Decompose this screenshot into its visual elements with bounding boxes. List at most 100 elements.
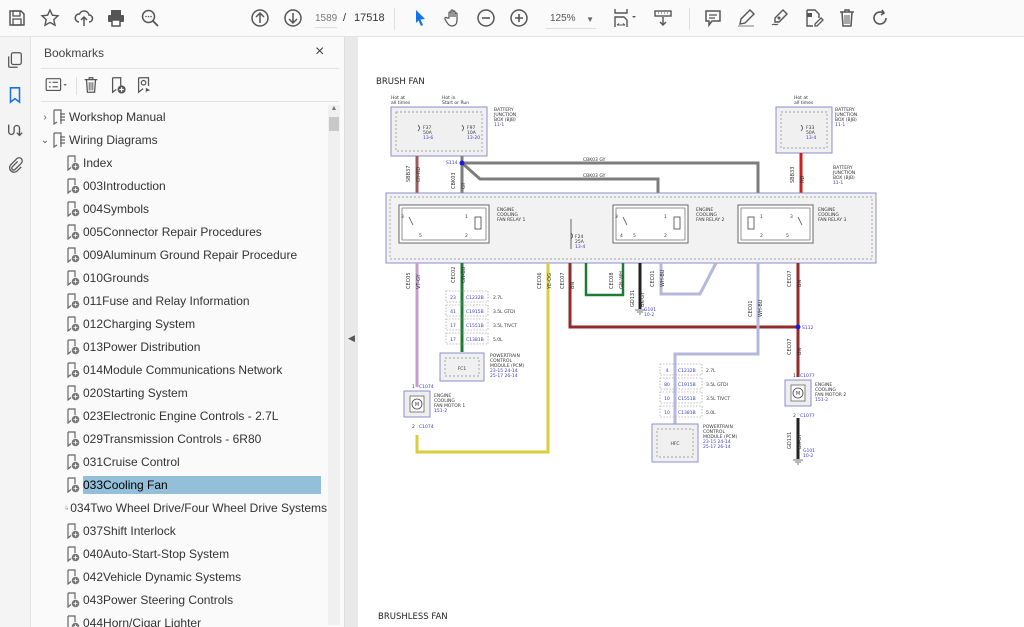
delete-bookmark-icon[interactable] [81,75,101,95]
page-thumbnails-icon[interactable] [4,49,26,71]
comment-icon[interactable] [701,6,725,30]
fan-motor-1-pin: 2 [412,424,415,430]
splice-s114 [459,160,465,166]
options-menu-icon[interactable] [43,75,71,95]
bookmark-item[interactable]: 033Cooling Fan [31,474,327,496]
chevron-right-icon[interactable]: › [39,112,51,123]
bookmark-item[interactable]: 042Vehicle Dynamic Systems [31,566,327,588]
bookmark-item[interactable]: Index [31,152,327,174]
bookmark-item[interactable]: › Workshop Manual [31,106,327,128]
new-bookmark-icon[interactable] [108,75,128,95]
bookmark-item[interactable]: 040Auto-Start-Stop System [31,543,327,565]
upload-cloud-icon[interactable] [72,6,96,30]
wire-cec07-label-circuit: CEC07 [787,270,793,287]
bookmark-scrollbar[interactable]: ▲ [328,105,340,625]
zoom-in-icon[interactable] [507,6,531,30]
sign-icon[interactable] [768,6,792,30]
bookmark-item[interactable]: 044Horn/Cigar Lighter [31,612,327,627]
pcm-connector-id: C1915B [466,309,484,315]
bookmark-item[interactable]: 011Fuse and Relay Information [31,290,327,312]
bookmarks-icon[interactable] [4,84,26,106]
toolbar-divider [689,8,690,30]
bookmark-item[interactable]: 012Charging System [31,313,327,335]
pcm-1-pin-label: FC1 [458,366,467,372]
bookmark-item[interactable]: 023Electronic Engine Controls - 2.7L [31,405,327,427]
collapse-panel-arrow-icon[interactable]: ◀ [348,333,355,344]
bookmark-item[interactable]: 010Grounds [31,267,327,289]
attachments-icon[interactable] [4,154,26,176]
wire-cec01-lower [673,263,760,372]
scroll-up-arrow-icon[interactable]: ▲ [328,105,340,115]
bookmark-item[interactable]: 020Starting System [31,382,327,404]
bookmark-item[interactable]: 003Introduction [31,175,327,197]
bookmark-item[interactable]: 043Power Steering Controls [31,589,327,611]
bookmark-label: 009Aluminum Ground Repair Procedure [83,248,298,262]
bookmark-page-icon [67,178,80,194]
document-view[interactable]: BRUSH FAN BRUSHLESS FAN Hot at all times Hot… [358,37,1024,627]
bookmark-item[interactable]: 029Transmission Controls - 6R80 [31,428,327,450]
relay-1-label: FAN RELAY 1 [497,217,526,223]
bookmark-item[interactable]: 013Power Distribution [31,336,327,358]
pcm-connector-engine: 3.5L TIVCT [493,323,517,329]
bookmark-item[interactable]: 005Connector Repair Procedures [31,221,327,243]
fit-page-icon[interactable] [610,6,640,30]
bookmark-item[interactable]: 004Symbols [31,198,327,220]
find-bookmark-icon[interactable] [134,75,154,95]
bookmark-star-icon[interactable] [38,6,62,30]
chevron-down-icon[interactable]: ⌄ [39,135,51,146]
bookmark-item[interactable]: 009Aluminum Ground Repair Procedure [31,244,327,266]
bookmark-page-icon [67,247,80,263]
zoom-out-icon[interactable] [474,6,498,30]
wire-cec08 [584,263,625,297]
edit-pdf-icon[interactable] [802,6,826,30]
bookmark-label: 014Module Communications Network [83,363,283,377]
zoom-level-dropdown[interactable]: 125% ▼ [546,9,596,29]
close-icon[interactable]: × [315,43,324,61]
relay-pin: 3 [790,214,793,220]
save-icon[interactable] [5,6,29,30]
scroll-thumb[interactable] [329,117,339,131]
bookmark-page-icon [67,385,80,401]
bookmarks-panel: Bookmarks × › Workshop Manual ⌄ Wiring Diag… [31,37,344,627]
page-number-input[interactable] [315,10,337,28]
delete-icon[interactable] [835,6,859,30]
wire-sbb37-label-color: GY-RD [416,167,422,182]
bookmark-item[interactable]: 031Cruise Control [31,451,327,473]
panel-splitter[interactable]: ◀ [344,37,358,627]
highlight-pen-icon[interactable] [734,6,758,30]
bookmark-item[interactable]: ⌄ Wiring Diagrams [31,129,327,151]
hand-pan-icon[interactable] [441,6,465,30]
toolbar-divider [394,8,395,30]
wire-cbk03-label: CBK03 GY [583,173,606,179]
rotate-icon[interactable] [868,6,892,30]
wire-cec07-label-circuit: CEC07 [787,338,793,355]
pcm-connector-pin: 10 [664,396,670,402]
pcm-connector-pin: 10 [664,410,670,416]
bookmark-label: 013Power Distribution [83,340,201,354]
search-zoom-icon[interactable] [138,6,162,30]
splice-s112 [795,324,801,330]
wire-sbb37-label-circuit: SBB37 [406,166,412,182]
fuse-ref: 13-4 [806,135,816,141]
wire-cec05-label-circuit: CEC05 [406,272,412,289]
wire-cec07-label-color: BN [797,348,803,355]
bookmark-item[interactable]: 014Module Communications Network [31,359,327,381]
print-icon[interactable] [104,6,128,30]
select-cursor-icon[interactable] [408,6,432,30]
bookmark-page-icon [67,362,80,378]
bookmark-item[interactable]: 034Two Wheel Drive/Four Wheel Drive Syst… [31,497,327,519]
ground-g101-label: 10-2 [803,453,813,459]
bookmark-item[interactable]: 037Shift Interlock [31,520,327,542]
page-down-icon[interactable] [281,6,305,30]
scroll-mode-icon[interactable] [651,6,675,30]
fan-motor-2-pin: 2 [793,413,796,419]
bookmark-page-icon [67,546,80,562]
page-up-icon[interactable] [248,6,272,30]
wire-gd131-label-circuit: GD131 [630,290,636,307]
hot-in-start-run-label: Start or Run [442,100,469,106]
signatures-icon[interactable] [4,119,26,141]
bookmark-page-icon [67,408,80,424]
wire-cec01-label-color: WH-BU [660,269,666,287]
wire-cbk03-branch-2 [461,161,660,193]
bookmark-label: 010Grounds [83,271,150,285]
